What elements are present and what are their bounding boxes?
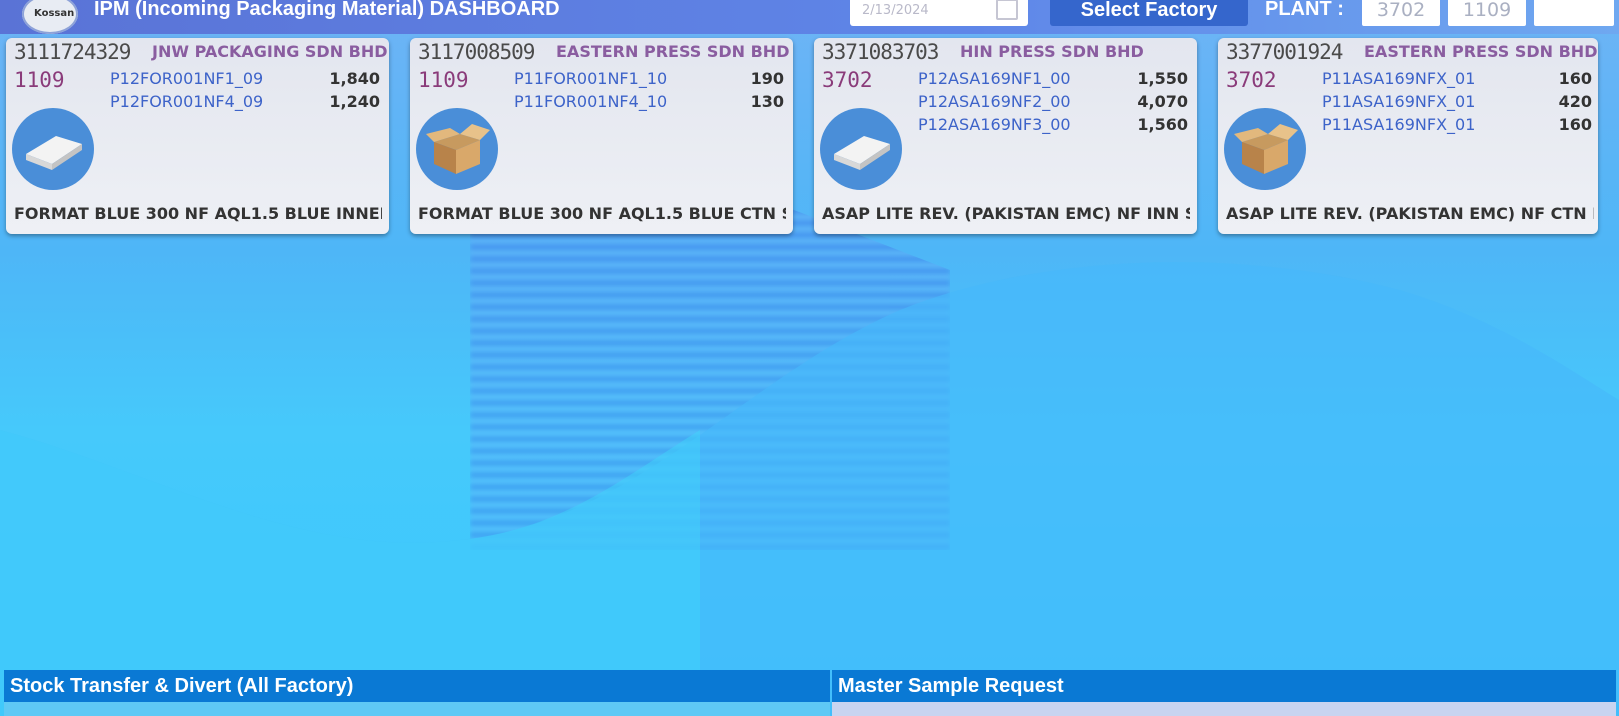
inner-box-icon: [12, 108, 94, 190]
item-qty: 1,560: [1137, 115, 1188, 134]
po-card[interactable]: 3117008509 EASTERN PRESS SDN BHD 1109 P1…: [410, 38, 793, 234]
item-qty: 130: [750, 92, 784, 111]
stock-transfer-table: [4, 702, 830, 716]
item-code: P12ASA169NF2_00: [918, 92, 1071, 111]
item-code: P12FOR001NF1_09: [110, 69, 264, 88]
plant-code: 1109: [14, 68, 65, 92]
item-row: P11ASA169NFX_01 160: [1322, 115, 1592, 138]
item-qty: 190: [750, 69, 784, 88]
po-number: 3117008509: [418, 40, 535, 64]
plant-code: 3702: [1226, 68, 1277, 92]
po-card[interactable]: 3111724329 JNW PACKAGING SDN BHD 1109 P1…: [6, 38, 389, 234]
carton-box-icon: [1224, 108, 1306, 190]
item-qty: 160: [1558, 115, 1592, 134]
item-qty: 1,240: [329, 92, 380, 111]
plant-slicer-3702[interactable]: 3702: [1362, 0, 1440, 26]
item-code: P11ASA169NFX_01: [1322, 69, 1476, 88]
item-row: P12ASA169NF3_00 1,560: [918, 115, 1188, 138]
item-qty: 1,550: [1137, 69, 1188, 88]
company-logo: Kossan: [22, 0, 78, 34]
item-row: P11ASA169NFX_01 420: [1322, 92, 1592, 115]
vendor-name: HIN PRESS SDN BHD: [960, 42, 1144, 61]
date-value: 2/13/2024: [862, 3, 929, 18]
item-row: P12ASA169NF1_00 1,550: [918, 69, 1188, 92]
calendar-icon[interactable]: [996, 0, 1018, 20]
item-list: P12ASA169NF1_00 1,550 P12ASA169NF2_00 4,…: [918, 69, 1188, 138]
item-row: P11ASA169NFX_01 160: [1322, 69, 1592, 92]
item-code: P12FOR001NF4_09: [110, 92, 264, 111]
plant-code: 1109: [418, 68, 469, 92]
item-list: P11FOR001NF1_10 190 P11FOR001NF4_10 130: [514, 69, 784, 115]
vendor-name: EASTERN PRESS SDN BHD: [556, 42, 790, 61]
vendor-name: JNW PACKAGING SDN BHD: [152, 42, 388, 61]
item-list: P12FOR001NF1_09 1,840 P12FOR001NF4_09 1,…: [110, 69, 380, 115]
select-factory-button[interactable]: Select Factory: [1050, 0, 1248, 26]
date-picker[interactable]: 2/13/2024: [850, 0, 1028, 26]
header-bar: Kossan IPM (Incoming Packaging Material)…: [0, 0, 1619, 34]
logo-text: Kossan: [34, 8, 75, 19]
item-qty: 1,840: [329, 69, 380, 88]
carton-box-icon: [416, 108, 498, 190]
plant-label: PLANT :: [1265, 0, 1344, 20]
item-code: P12ASA169NF1_00: [918, 69, 1071, 88]
material-description: FORMAT BLUE 300 NF AQL1.5 BLUE CTN S: [418, 204, 786, 223]
item-code: P12ASA169NF3_00: [918, 115, 1071, 134]
item-list: P11ASA169NFX_01 160 P11ASA169NFX_01 420 …: [1322, 69, 1592, 138]
po-card[interactable]: 3377001924 EASTERN PRESS SDN BHD 3702 P1…: [1218, 38, 1598, 234]
item-code: P11ASA169NFX_01: [1322, 115, 1476, 134]
master-sample-table: [832, 702, 1616, 716]
item-row: P12ASA169NF2_00 4,070: [918, 92, 1188, 115]
item-code: P11ASA169NFX_01: [1322, 92, 1476, 111]
po-number: 3111724329: [14, 40, 131, 64]
page-title: IPM (Incoming Packaging Material) DASHBO…: [94, 0, 560, 20]
item-row: P12FOR001NF4_09 1,240: [110, 92, 380, 115]
vendor-name: EASTERN PRESS SDN BHD: [1364, 42, 1598, 61]
inner-box-icon: [820, 108, 902, 190]
material-description: FORMAT BLUE 300 NF AQL1.5 BLUE INNER S: [14, 204, 382, 223]
item-code: P11FOR001NF4_10: [514, 92, 668, 111]
plant-code: 3702: [822, 68, 873, 92]
stock-transfer-header: Stock Transfer & Divert (All Factory): [4, 670, 830, 702]
item-qty: 420: [1558, 92, 1592, 111]
po-card[interactable]: 3371083703 HIN PRESS SDN BHD 3702 P12ASA…: [814, 38, 1197, 234]
item-qty: 4,070: [1137, 92, 1188, 111]
item-row: P11FOR001NF1_10 190: [514, 69, 784, 92]
master-sample-header: Master Sample Request: [832, 670, 1616, 702]
item-qty: 160: [1558, 69, 1592, 88]
material-description: ASAP LITE REV. (PAKISTAN EMC) NF INN S: [822, 204, 1190, 223]
item-code: P11FOR001NF1_10: [514, 69, 668, 88]
material-description: ASAP LITE REV. (PAKISTAN EMC) NF CTN FS: [1226, 204, 1594, 223]
po-number: 3371083703: [822, 40, 939, 64]
plant-slicer-1109[interactable]: 1109: [1448, 0, 1526, 26]
plant-slicer-empty[interactable]: [1534, 0, 1614, 26]
item-row: P11FOR001NF4_10 130: [514, 92, 784, 115]
item-row: P12FOR001NF1_09 1,840: [110, 69, 380, 92]
po-number: 3377001924: [1226, 40, 1343, 64]
